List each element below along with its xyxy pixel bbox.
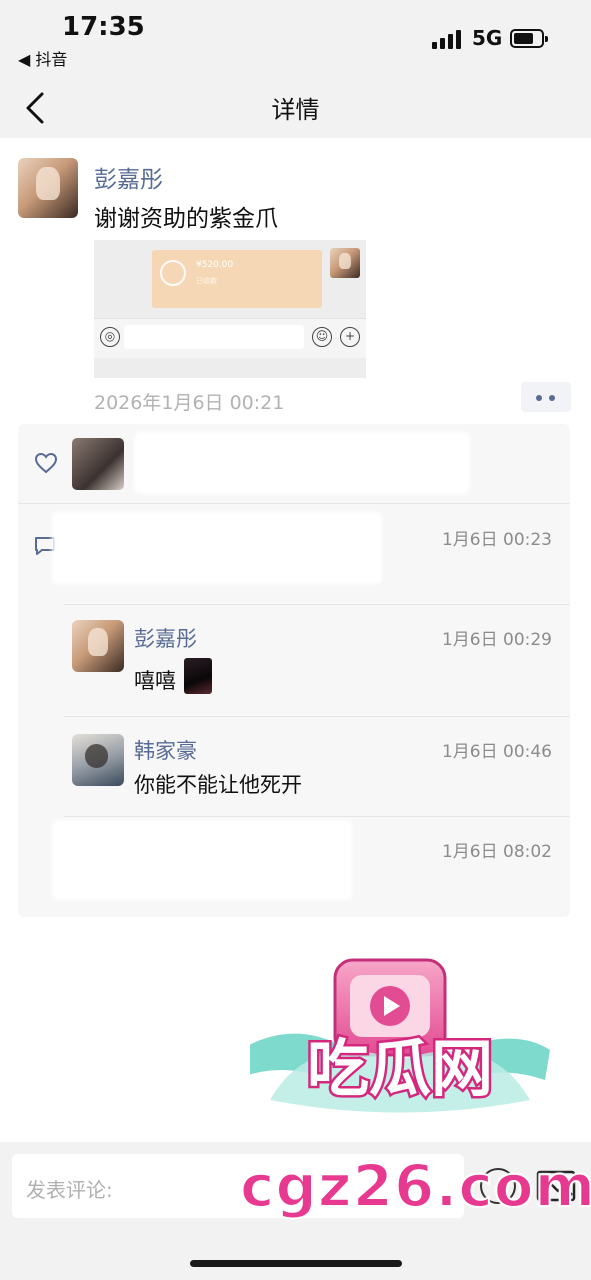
interactions-panel: 1月6日 00:23 彭嘉彤 1月6日 00:29 嘻嘻 韩家豪 1月6日 00… (18, 424, 570, 917)
commenter-avatar[interactable] (72, 620, 124, 672)
post-text: 谢谢资助的紫金爪 (94, 206, 278, 232)
post-author-name[interactable]: 彭嘉彤 (94, 160, 163, 194)
heart-icon (34, 452, 58, 474)
transfer-card: ¥520.00 已收款 (152, 250, 322, 308)
comment-divider (64, 816, 570, 817)
back-to-app-link[interactable]: ◀ 抖音 (18, 46, 67, 70)
redacted-comment (52, 820, 352, 900)
comment-text: 你能不能让他死开 (134, 773, 302, 797)
svg-text:吃瓜网: 吃瓜网 (307, 1032, 493, 1105)
commenter-name[interactable]: 韩家豪 (134, 735, 197, 765)
chat-input-field (124, 325, 304, 349)
likes-row (18, 424, 570, 504)
chat-avatar-thumb (330, 248, 360, 278)
comment-time: 1月6日 00:23 (441, 530, 552, 550)
more-actions-button[interactable] (521, 382, 571, 412)
post-timestamp: 2026年1月6日 00:21 (94, 392, 285, 414)
status-bar: 17:35 ◀ 抖音 5G (0, 0, 591, 80)
post-image[interactable]: ¥520.00 已收款 ◎ ☺ + (94, 240, 366, 378)
watermark-url: cgz26.com (239, 1151, 591, 1221)
status-time: 17:35 (62, 12, 145, 42)
battery-icon (510, 29, 548, 48)
commenter-avatar[interactable] (72, 734, 124, 786)
transfer-amount: ¥520.00 (196, 260, 234, 270)
check-icon (160, 260, 186, 286)
redacted-comment (52, 512, 382, 584)
home-indicator (190, 1260, 402, 1267)
network-type: 5G (472, 26, 503, 50)
commenter-name[interactable]: 彭嘉彤 (134, 623, 197, 653)
comment-text: 嘻嘻 (134, 669, 176, 693)
redacted-liker-area (134, 432, 470, 494)
nav-bar: 详情 (0, 80, 591, 138)
page-title: 详情 (271, 96, 320, 124)
watermark-logo: 吃瓜网 (250, 958, 550, 1113)
signal-icon (432, 29, 464, 49)
voice-icon: ◎ (100, 327, 120, 347)
liker-avatar[interactable] (72, 438, 124, 490)
plus-icon: + (340, 327, 360, 347)
chat-input-preview: ◎ ☺ + (94, 318, 366, 358)
comment-divider (64, 604, 570, 605)
comment-time: 1月6日 00:29 (441, 630, 552, 650)
comment-input-placeholder: 发表评论: (26, 1178, 113, 1202)
emoji-icon: ☺ (312, 327, 332, 347)
comment-time: 1月6日 08:02 (441, 842, 552, 862)
transfer-status: 已收款 (196, 277, 217, 285)
comment-time: 1月6日 00:46 (441, 742, 552, 762)
post-author-avatar[interactable] (18, 158, 78, 218)
sticker-emoji (184, 658, 212, 694)
comment-divider (64, 716, 570, 717)
